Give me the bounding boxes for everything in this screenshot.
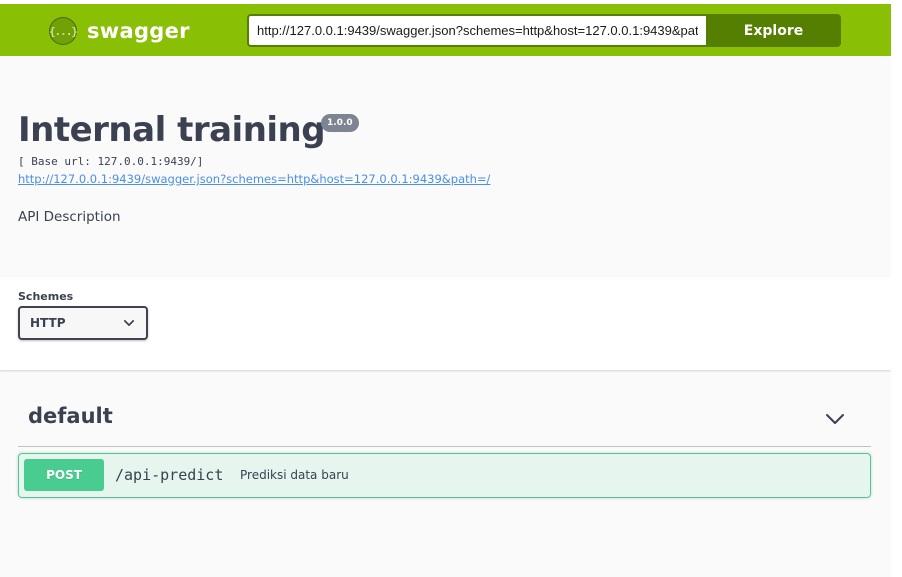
- swagger-topbar: {...} swagger Explore: [0, 4, 891, 56]
- scheme-select-value: HTTP: [30, 316, 66, 330]
- base-url: [ Base url: 127.0.0.1:9439/]: [18, 155, 204, 168]
- explore-button[interactable]: Explore: [706, 14, 841, 47]
- api-description: API Description: [18, 209, 121, 225]
- swagger-logo[interactable]: {...} swagger: [49, 17, 190, 45]
- swagger-brand-text: swagger: [87, 19, 190, 43]
- schemes-label: Schemes: [18, 290, 74, 303]
- tag-default-title[interactable]: default: [28, 404, 113, 428]
- operation-summary: Prediksi data baru: [240, 468, 349, 482]
- spec-url-link[interactable]: http://127.0.0.1:9439/swagger.json?schem…: [18, 172, 490, 186]
- window-edge: [891, 0, 902, 577]
- api-title: Internal training: [18, 110, 326, 150]
- scheme-select[interactable]: HTTP: [18, 306, 148, 340]
- expand-chevron-icon[interactable]: [824, 408, 846, 430]
- version-badge: 1.0.0: [321, 114, 359, 132]
- tag-divider: [18, 446, 871, 447]
- swagger-logo-icon: {...}: [49, 17, 78, 45]
- swagger-ui-page: {...} swagger Explore Internal training …: [0, 0, 891, 577]
- operation-post-api-predict[interactable]: POST /api-predict Prediksi data baru: [18, 453, 871, 498]
- operation-path: /api-predict: [115, 466, 224, 484]
- method-badge: POST: [24, 459, 104, 491]
- chevron-down-icon: [123, 320, 135, 326]
- schemes-section: Schemes HTTP: [0, 277, 891, 370]
- spec-url-input[interactable]: [247, 14, 706, 47]
